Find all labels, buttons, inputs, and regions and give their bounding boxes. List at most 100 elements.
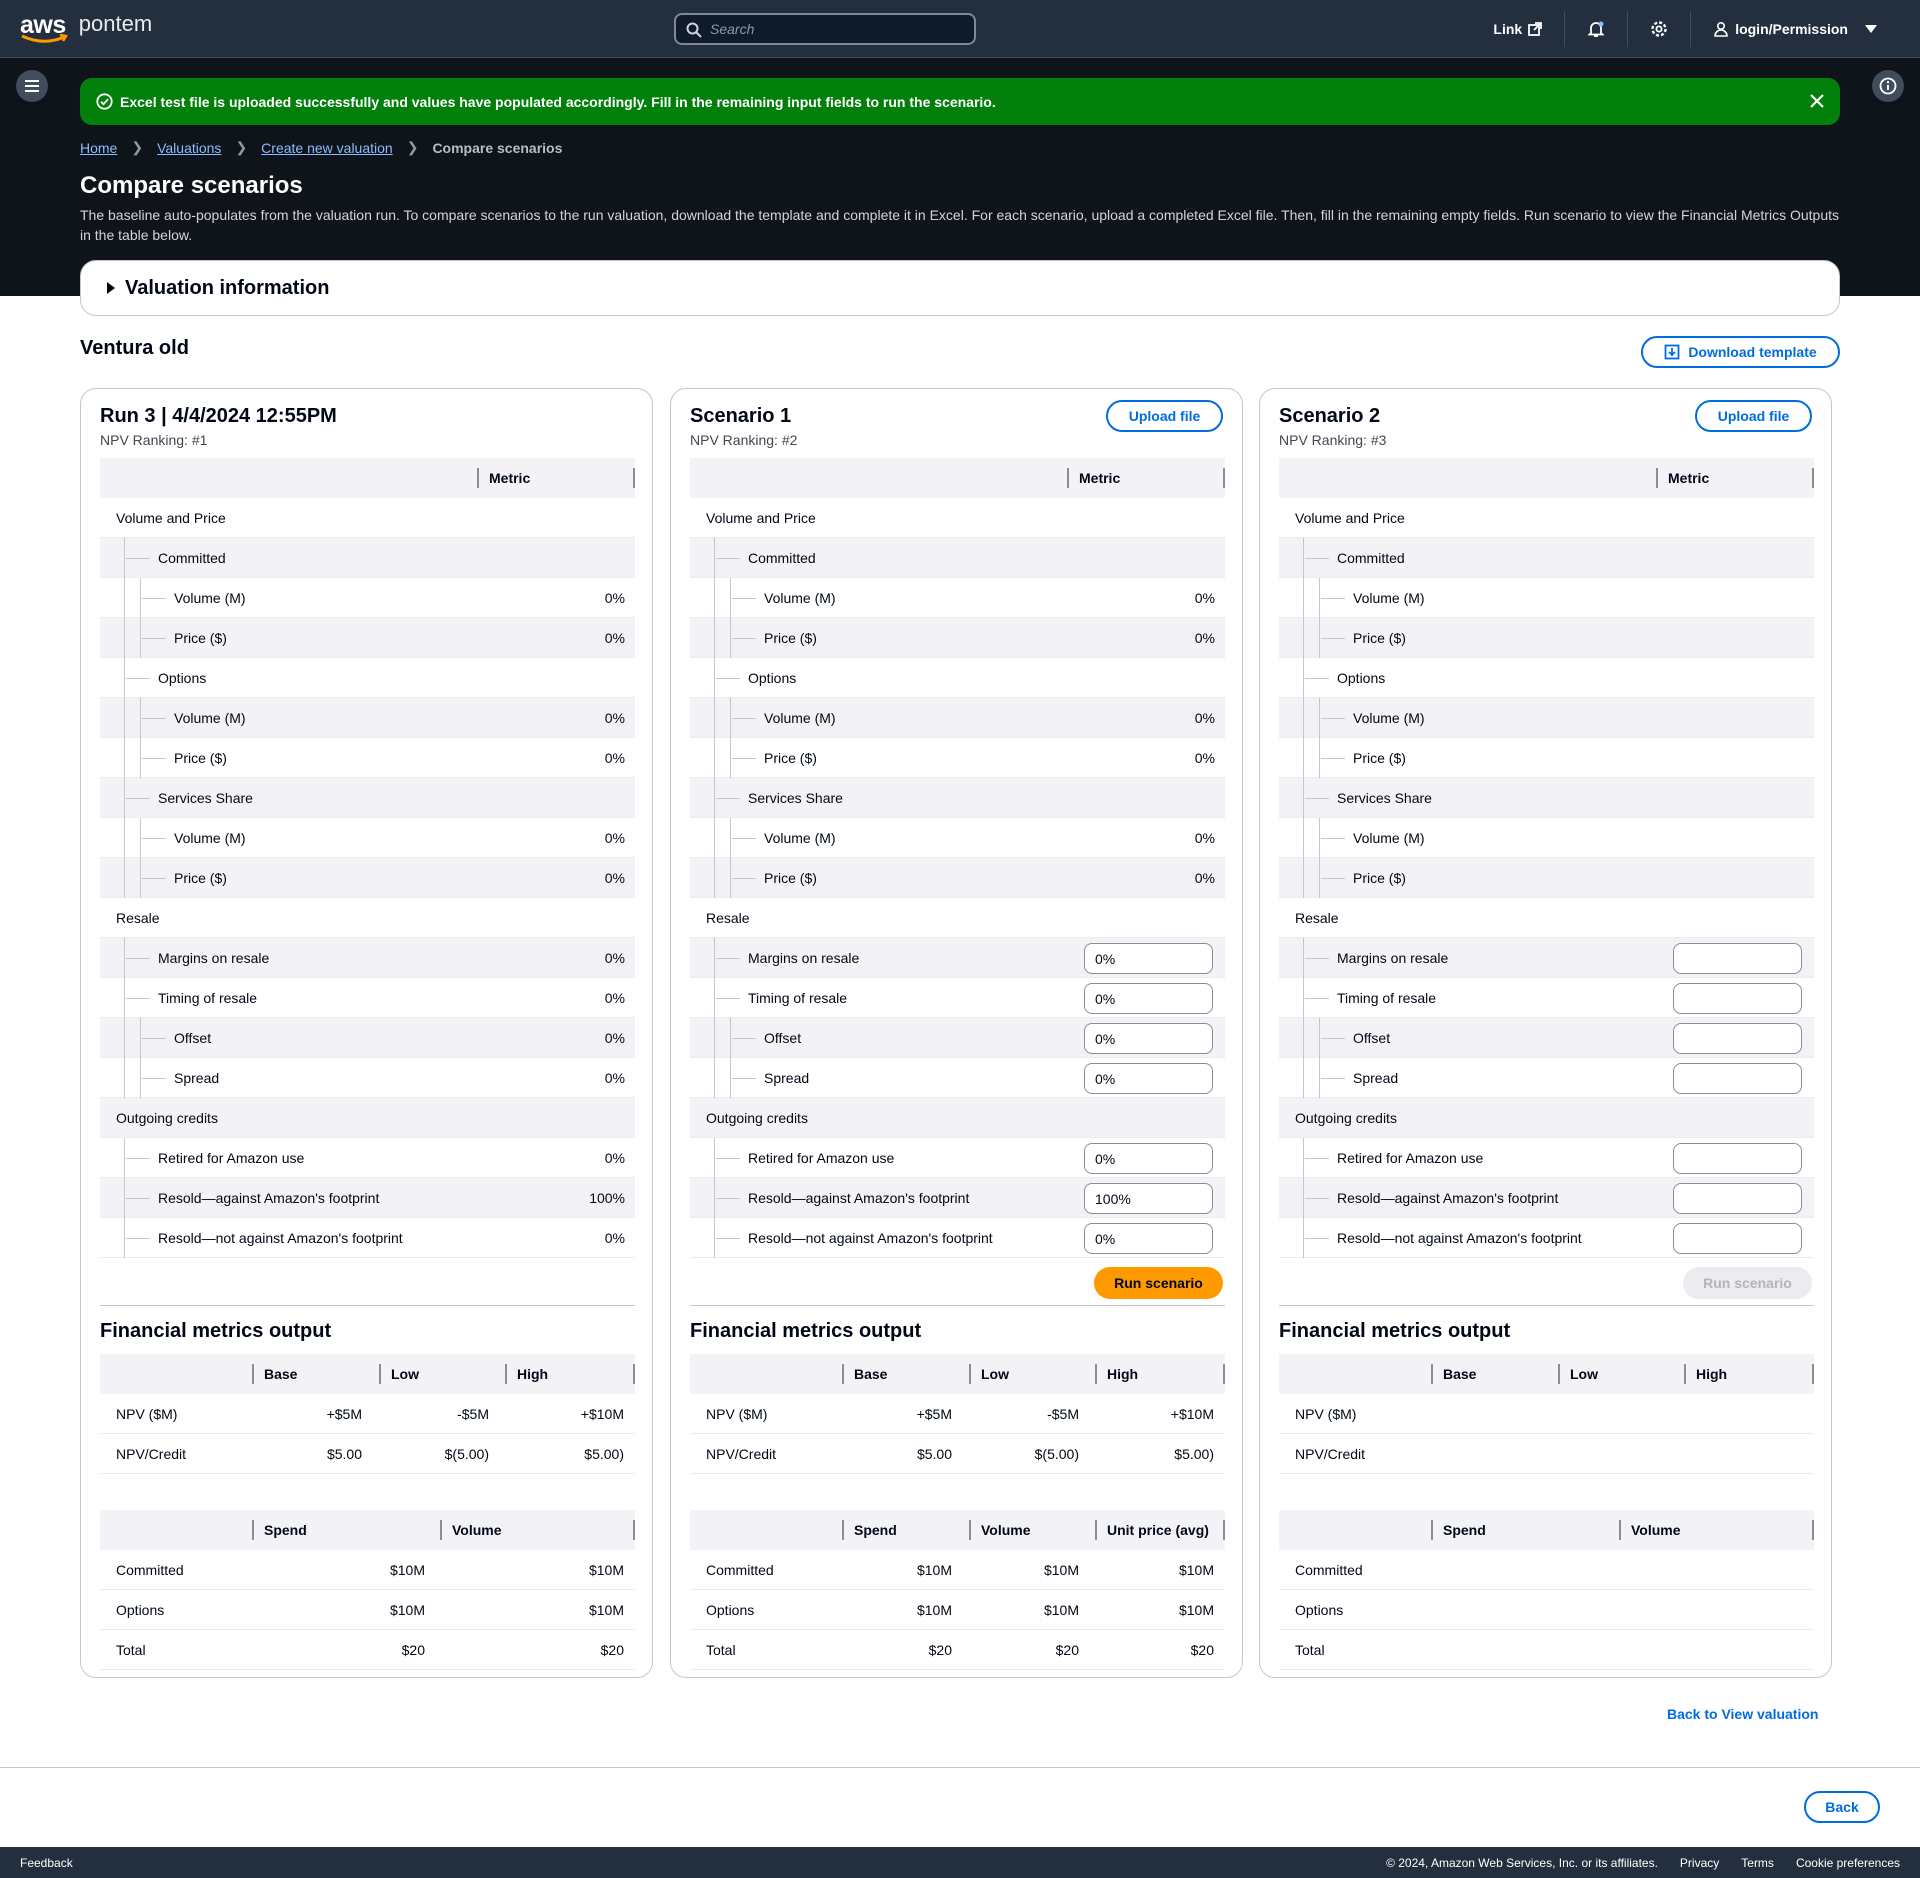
table-row: Resale	[690, 898, 1225, 938]
privacy-link[interactable]: Privacy	[1680, 1856, 1719, 1870]
link-button[interactable]: Link	[1471, 11, 1564, 47]
sv-row-label: Committed	[1295, 1562, 1363, 1578]
bottom-action-bar	[0, 1767, 1920, 1847]
table-row: Resold—not against Amazon's footprint	[1279, 1218, 1814, 1258]
metric-label: Resold—not against Amazon's footprint	[158, 1230, 403, 1246]
info-panel-button[interactable]	[1872, 70, 1904, 102]
metric-label: Outgoing credits	[116, 1110, 218, 1126]
table-row: Timing of resale 0%	[100, 978, 635, 1018]
metric-value: 0%	[604, 950, 625, 966]
sv-row-label: Total	[116, 1642, 146, 1658]
user-menu[interactable]: login/Permission	[1690, 11, 1920, 47]
metric-input[interactable]	[1673, 983, 1802, 1014]
metric-value: 0%	[604, 990, 625, 1006]
sv-value: $20	[401, 1642, 425, 1658]
metric-input[interactable]: 100%	[1084, 1183, 1213, 1214]
metric-value: 0%	[604, 630, 625, 646]
metric-input[interactable]	[1673, 943, 1802, 974]
metric-input[interactable]	[1673, 1063, 1802, 1094]
table-header: Base Low High	[100, 1354, 635, 1394]
spend-volume-table: Spend Volume Committed $10M $10M Options $10M $…	[100, 1510, 635, 1670]
table-row: NPV ($M)	[1279, 1394, 1814, 1434]
upload-file-button[interactable]: Upload file	[1106, 400, 1223, 432]
back-to-view-valuation-link[interactable]: Back to View valuation	[1667, 1706, 1818, 1722]
fm-value: +$5M	[326, 1406, 362, 1422]
table-row: Options	[690, 658, 1225, 698]
spend-volume-table: Spend Volume Committed Options Total	[1279, 1510, 1814, 1670]
metric-value: 0%	[1194, 710, 1215, 726]
table-row: Resold—against Amazon's footprint 100%	[690, 1178, 1225, 1218]
table-row: Price ($)	[1279, 738, 1814, 778]
sv-value: $10M	[588, 1602, 624, 1618]
fm-value: -$5M	[1047, 1406, 1079, 1422]
table-row: Resold—against Amazon's footprint	[1279, 1178, 1814, 1218]
metric-label: Price ($)	[174, 630, 227, 646]
breadcrumb-create-new-valuation[interactable]: Create new valuation	[261, 140, 393, 156]
sv-column-header: Spend	[1431, 1510, 1486, 1550]
download-icon	[1664, 344, 1680, 360]
run-scenario-button[interactable]: Run scenario	[1094, 1267, 1223, 1299]
notifications-button[interactable]	[1564, 11, 1627, 47]
breadcrumb-home[interactable]: Home	[80, 140, 117, 156]
metric-column-header: Metric	[1656, 458, 1709, 498]
table-row: Price ($) 0%	[100, 738, 635, 778]
metric-value: 0%	[604, 1070, 625, 1086]
feedback-link[interactable]: Feedback	[20, 1856, 73, 1870]
valuation-information-expander[interactable]: Valuation information	[80, 260, 1840, 316]
metric-value: 0%	[604, 590, 625, 606]
metric-label: Price ($)	[174, 870, 227, 886]
metric-input[interactable]	[1673, 1143, 1802, 1174]
fm-value: $5.00	[326, 1446, 362, 1462]
metric-value: 0%	[604, 1030, 625, 1046]
link-label: Link	[1493, 21, 1523, 37]
fm-column-header: High	[1095, 1354, 1138, 1394]
table-row: Total	[1279, 1630, 1814, 1670]
metric-input[interactable]	[1673, 1183, 1802, 1214]
metric-input[interactable]: 0%	[1084, 983, 1213, 1014]
metric-label: Resale	[706, 910, 750, 926]
table-row: Resale	[1279, 898, 1814, 938]
search-icon	[686, 22, 702, 38]
table-row: Committed $10M $10M	[100, 1550, 635, 1590]
sv-row-label: Committed	[706, 1562, 774, 1578]
metric-input[interactable]: 0%	[1084, 1063, 1213, 1094]
table-row: Volume and Price	[1279, 498, 1814, 538]
card-title: Run 3 | 4/4/2024 12:55PM	[100, 405, 337, 427]
metric-label: Services Share	[748, 790, 843, 806]
metric-input[interactable]: 0%	[1084, 1023, 1213, 1054]
metric-table: Metric Volume and Price Committed Volume (M…	[100, 458, 635, 1258]
table-row: Committed	[1279, 1550, 1814, 1590]
settings-button[interactable]	[1627, 11, 1690, 47]
search-input[interactable]: Search	[674, 13, 976, 45]
aws-logo[interactable]: aws pontem	[20, 12, 152, 43]
chevron-right-icon: ❯	[131, 139, 144, 155]
metric-label: Options	[1337, 670, 1386, 686]
fm-value: +$10M	[580, 1406, 624, 1422]
terms-link[interactable]: Terms	[1741, 1856, 1774, 1870]
spend-volume-table: Spend Volume Unit price (avg) Committed $10M…	[690, 1510, 1225, 1670]
metric-value: 0%	[1194, 590, 1215, 606]
metric-input[interactable]: 0%	[1084, 943, 1213, 974]
metric-label: Services Share	[1337, 790, 1432, 806]
sv-value: $10M	[916, 1602, 952, 1618]
back-button[interactable]: Back	[1804, 1791, 1880, 1823]
close-icon[interactable]	[1808, 92, 1826, 110]
upload-file-button[interactable]: Upload file	[1695, 400, 1812, 432]
metric-input[interactable]: 0%	[1084, 1223, 1213, 1254]
breadcrumb-valuations[interactable]: Valuations	[157, 140, 221, 156]
run-scenario-button[interactable]: Run scenario	[1683, 1267, 1812, 1299]
gear-icon	[1651, 21, 1667, 37]
menu-toggle-button[interactable]	[16, 70, 48, 102]
metric-input[interactable]	[1673, 1023, 1802, 1054]
table-row: Retired for Amazon use 0%	[690, 1138, 1225, 1178]
metric-table: Metric Volume and Price Committed Volume (M…	[690, 458, 1225, 1258]
metric-value: 0%	[604, 710, 625, 726]
table-row: Volume (M) 0%	[690, 698, 1225, 738]
metric-input[interactable]: 0%	[1084, 1143, 1213, 1174]
table-row: NPV/Credit $5.00 $(5.00) $5.00)	[690, 1434, 1225, 1474]
metric-input[interactable]	[1673, 1223, 1802, 1254]
table-header: Spend Volume	[1279, 1510, 1814, 1550]
cookie-preferences-link[interactable]: Cookie preferences	[1796, 1856, 1900, 1870]
fm-row-label: NPV ($M)	[116, 1406, 178, 1422]
download-template-button[interactable]: Download template	[1641, 336, 1840, 368]
